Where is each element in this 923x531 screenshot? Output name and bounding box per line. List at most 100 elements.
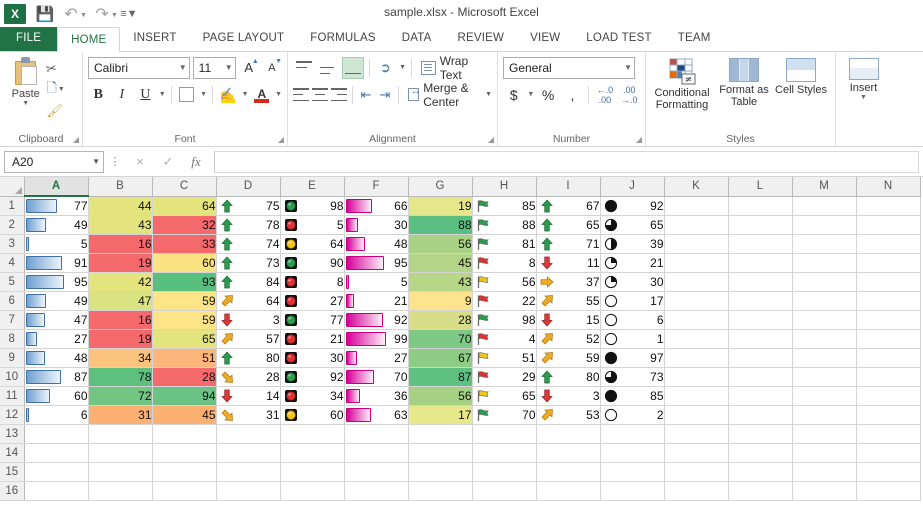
font-family-select[interactable]: Calibri ▼: [88, 57, 190, 79]
cell-J1[interactable]: 92: [600, 196, 664, 215]
cell-L12[interactable]: [728, 405, 792, 424]
cell-D15[interactable]: [216, 462, 280, 481]
cell-E13[interactable]: [280, 424, 344, 443]
cell-I2[interactable]: 65: [536, 215, 600, 234]
cell-I3[interactable]: 71: [536, 234, 600, 253]
row-header-4[interactable]: 4: [0, 253, 24, 272]
ribbon-tab-load-test[interactable]: LOAD TEST: [573, 26, 665, 51]
cell-K5[interactable]: [664, 272, 728, 291]
cell-B15[interactable]: [88, 462, 152, 481]
cell-L9[interactable]: [728, 348, 792, 367]
cell-N9[interactable]: [856, 348, 920, 367]
cell-E15[interactable]: [280, 462, 344, 481]
cell-B13[interactable]: [88, 424, 152, 443]
cell-L11[interactable]: [728, 386, 792, 405]
cell-L2[interactable]: [728, 215, 792, 234]
cell-L6[interactable]: [728, 291, 792, 310]
merge-dropdown-icon[interactable]: ▼: [485, 91, 492, 98]
cell-H7[interactable]: 98: [472, 310, 536, 329]
cell-J5[interactable]: 30: [600, 272, 664, 291]
cell-I9[interactable]: 59: [536, 348, 600, 367]
cell-D13[interactable]: [216, 424, 280, 443]
cell-D12[interactable]: 31: [216, 405, 280, 424]
cell-E3[interactable]: 64: [280, 234, 344, 253]
cell-E6[interactable]: 27: [280, 291, 344, 310]
ribbon-tab-review[interactable]: REVIEW: [445, 26, 518, 51]
cell-J16[interactable]: [600, 481, 664, 500]
cell-E8[interactable]: 21: [280, 329, 344, 348]
cell-I16[interactable]: [536, 481, 600, 500]
cell-E5[interactable]: 8: [280, 272, 344, 291]
ribbon-tab-home[interactable]: HOME: [57, 27, 120, 52]
cell-E2[interactable]: 5: [280, 215, 344, 234]
cell-H3[interactable]: 81: [472, 234, 536, 253]
percent-button[interactable]: %: [537, 84, 558, 106]
cell-N10[interactable]: [856, 367, 920, 386]
cell-B14[interactable]: [88, 443, 152, 462]
borders-dropdown-icon[interactable]: ▼: [200, 91, 207, 98]
row-header-14[interactable]: 14: [0, 443, 24, 462]
cell-C1[interactable]: 64: [152, 196, 216, 215]
row-header-11[interactable]: 11: [0, 386, 24, 405]
cell-F12[interactable]: 63: [344, 405, 408, 424]
cell-I15[interactable]: [536, 462, 600, 481]
decrease-indent-button[interactable]: ⇤: [358, 84, 374, 106]
ribbon-tab-file[interactable]: FILE: [0, 26, 57, 51]
cell-L15[interactable]: [728, 462, 792, 481]
cell-G14[interactable]: [408, 443, 472, 462]
row-header-15[interactable]: 15: [0, 462, 24, 481]
cell-E12[interactable]: 60: [280, 405, 344, 424]
cell-K9[interactable]: [664, 348, 728, 367]
bold-button[interactable]: B: [88, 84, 109, 106]
ribbon-tab-data[interactable]: DATA: [389, 26, 445, 51]
cell-M10[interactable]: [792, 367, 856, 386]
cell-D8[interactable]: 57: [216, 329, 280, 348]
comma-style-button[interactable]: ,: [562, 84, 583, 106]
cell-A13[interactable]: [24, 424, 88, 443]
row-header-6[interactable]: 6: [0, 291, 24, 310]
cell-C9[interactable]: 51: [152, 348, 216, 367]
orientation-dropdown-icon[interactable]: ▼: [399, 64, 406, 71]
column-header-N[interactable]: N: [856, 177, 920, 196]
cell-K12[interactable]: [664, 405, 728, 424]
cell-K13[interactable]: [664, 424, 728, 443]
cell-F15[interactable]: [344, 462, 408, 481]
underline-button[interactable]: U: [135, 84, 156, 106]
number-format-select[interactable]: General ▼: [503, 57, 635, 79]
cell-N1[interactable]: [856, 196, 920, 215]
cell-G10[interactable]: 87: [408, 367, 472, 386]
cell-C15[interactable]: [152, 462, 216, 481]
cell-F7[interactable]: 92: [344, 310, 408, 329]
cell-D6[interactable]: 64: [216, 291, 280, 310]
cell-A9[interactable]: 48: [24, 348, 88, 367]
cell-K1[interactable]: [664, 196, 728, 215]
cell-L7[interactable]: [728, 310, 792, 329]
column-header-A[interactable]: A: [24, 177, 88, 196]
currency-dropdown-icon[interactable]: ▼: [527, 91, 534, 98]
align-middle-button[interactable]: [318, 57, 340, 79]
cell-F13[interactable]: [344, 424, 408, 443]
copy-dropdown-icon[interactable]: ▼: [58, 86, 65, 93]
cell-B1[interactable]: 44: [88, 196, 152, 215]
row-header-5[interactable]: 5: [0, 272, 24, 291]
cell-D10[interactable]: 28: [216, 367, 280, 386]
format-painter-button[interactable]: 🖌: [46, 100, 77, 121]
increase-font-size-button[interactable]: A▲: [239, 57, 259, 79]
cell-H8[interactable]: 4: [472, 329, 536, 348]
cell-I1[interactable]: 67: [536, 196, 600, 215]
font-color-button[interactable]: A: [252, 84, 273, 106]
cell-G5[interactable]: 43: [408, 272, 472, 291]
chevron-down-icon[interactable]: ▼: [92, 157, 100, 166]
cell-K11[interactable]: [664, 386, 728, 405]
cell-J7[interactable]: 6: [600, 310, 664, 329]
ribbon-tab-page-layout[interactable]: PAGE LAYOUT: [190, 26, 298, 51]
cell-H10[interactable]: 29: [472, 367, 536, 386]
cell-J15[interactable]: [600, 462, 664, 481]
increase-decimal-button[interactable]: ←.0.00: [594, 85, 615, 105]
ribbon-tab-formulas[interactable]: FORMULAS: [297, 26, 389, 51]
cell-I12[interactable]: 53: [536, 405, 600, 424]
column-header-D[interactable]: D: [216, 177, 280, 196]
decrease-decimal-button[interactable]: .00→.0: [619, 85, 640, 105]
cell-E9[interactable]: 30: [280, 348, 344, 367]
row-header-13[interactable]: 13: [0, 424, 24, 443]
